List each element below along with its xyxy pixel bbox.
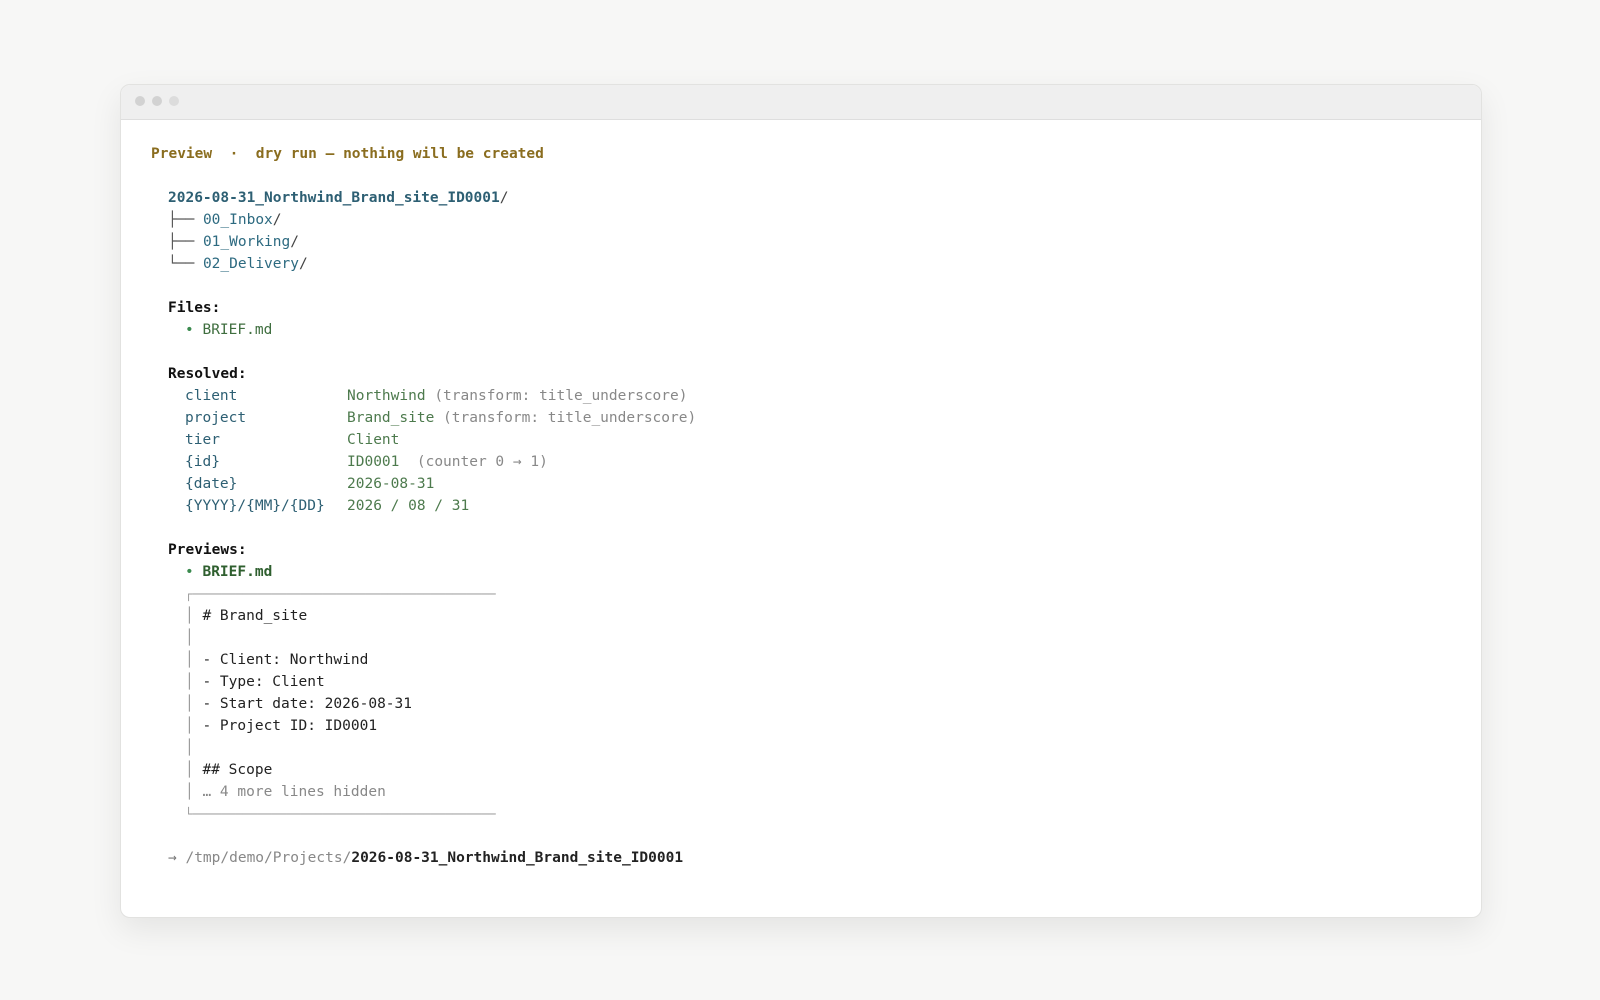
resolved-row: project Brand_site (transform: title_unde… [185,407,985,429]
resolved-key: {YYYY}/{MM}/{DD} [185,498,325,514]
folder-name: 02_Delivery [202,256,299,272]
path-folder-name[interactable]: 2026-08-31_Northwind_Brand_site_ID0001 [351,850,683,866]
resolved-value: Northwind [347,388,426,404]
folder-name: 01_Working [202,234,291,250]
window-titlebar [121,85,1481,120]
minimize-dot-icon[interactable] [152,96,162,106]
preview-file-item: • BRIEF.md [185,561,272,583]
previews-heading: Previews: [168,542,247,558]
box-border: │ [185,762,194,778]
preview-line: │ - Project ID: ID0001 [185,715,377,737]
hidden-lines-note: … 4 more lines hidden [202,784,386,800]
preview-label: Preview [151,146,213,162]
tree-item: └── 02_Delivery/ [168,256,308,272]
preview-line: │ - Start date: 2026-08-31 [185,693,412,715]
box-border: │ [185,608,194,624]
preview-line: │ [185,737,202,759]
resolved-key: {id} [185,454,220,470]
bullet-icon: • [185,564,194,580]
resolved-value: 2026 / 08 / 31 [347,498,470,514]
header-separator: · [229,146,239,162]
resolved-note: (transform: title_underscore) [434,388,688,404]
root-folder-name: 2026-08-31_Northwind_Brand_site_ID0001 [168,190,500,206]
output-path: → /tmp/demo/Projects/2026-08-31_Northwin… [168,847,683,869]
tree-branch: └── [168,256,195,272]
box-border: │ [185,784,194,800]
file-name: BRIEF.md [202,322,273,338]
files-heading: Files: [168,300,221,316]
resolved-heading: Resolved: [168,366,247,382]
close-dot-icon[interactable] [135,96,145,106]
bullet-icon: • [185,322,194,338]
box-border: │ [185,696,194,712]
tree-item: ├── 01_Working/ [168,234,299,250]
preview-text: - Type: Client [202,674,325,690]
resolved-key: tier [185,432,220,448]
resolved-row: {id} ID0001 (counter 0 → 1) [185,451,985,473]
preview-text: # Brand_site [202,608,308,624]
dry-run-note: dry run — nothing will be created [255,146,544,162]
resolved-note: (counter 0 → 1) [416,454,548,470]
preview-box-top: ┌───────────────────────────────────────… [185,587,496,601]
tree-item: ├── 00_Inbox/ [168,212,282,228]
preview-line: │ # Brand_site [185,605,307,627]
preview-hidden-line: │ … 4 more lines hidden [185,781,386,803]
box-border: │ [185,652,194,668]
resolved-row: client Northwind (transform: title_unders… [185,385,985,407]
box-border: │ [185,630,194,646]
preview-line: │ ## Scope [185,759,272,781]
resolved-key: {date} [185,476,238,492]
resolved-value: Brand_site [347,410,435,426]
preview-box-bottom: └───────────────────────────────────────… [185,807,496,821]
box-border: │ [185,740,194,756]
maximize-dot-icon[interactable] [169,96,179,106]
box-border: │ [185,674,194,690]
tree-branch: ├── [168,234,195,250]
preview-header: Preview · dry run — nothing will be crea… [151,143,544,165]
preview-file-name: BRIEF.md [202,564,273,580]
resolved-value: ID0001 [347,454,400,470]
resolved-value: 2026-08-31 [347,476,435,492]
preview-line: │ - Type: Client [185,671,325,693]
preview-text: - Client: Northwind [202,652,369,668]
arrow-icon: → [168,850,177,866]
resolved-row: {YYYY}/{MM}/{DD} 2026 / 08 / 31 [185,495,985,517]
tree-root: 2026-08-31_Northwind_Brand_site_ID0001/ [168,190,509,206]
preview-text: - Project ID: ID0001 [202,718,378,734]
tree-branch: ├── [168,212,195,228]
resolved-row: tier Client [185,429,985,451]
file-list-item: • BRIEF.md [185,319,272,341]
preview-line: │ [185,627,202,649]
resolved-value: Client [347,432,400,448]
preview-text: ## Scope [202,762,273,778]
resolved-key: project [185,410,247,426]
resolved-note: (transform: title_underscore) [443,410,697,426]
terminal-window: Preview · dry run — nothing will be crea… [120,84,1482,918]
terminal-output: Preview · dry run — nothing will be crea… [151,119,1451,917]
preview-text: - Start date: 2026-08-31 [202,696,412,712]
folder-name: 00_Inbox [202,212,273,228]
resolved-key: client [185,388,238,404]
box-border: │ [185,718,194,734]
path-prefix: /tmp/demo/Projects/ [185,850,352,866]
preview-line: │ - Client: Northwind [185,649,368,671]
resolved-row: {date} 2026-08-31 [185,473,985,495]
